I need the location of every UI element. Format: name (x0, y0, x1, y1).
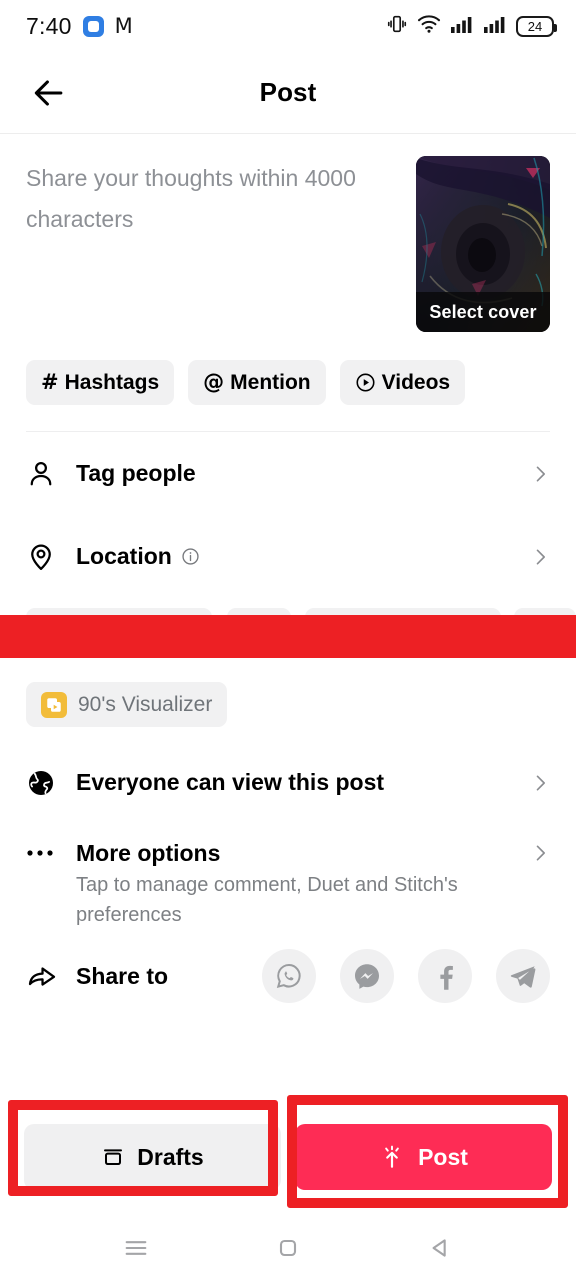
phone-screen: 7:40 M 24 Post Share your thoughts withi… (0, 0, 576, 1280)
page-header: Post (0, 52, 576, 134)
row-more-options[interactable]: More options (0, 824, 576, 882)
status-bar-left: 7:40 M (26, 13, 133, 40)
back-triangle-icon[interactable] (426, 1234, 454, 1262)
chevron-right-icon (526, 773, 550, 793)
row-visibility-label: Everyone can view this post (76, 769, 385, 795)
whatsapp-icon[interactable] (262, 949, 316, 1003)
chip-mention[interactable]: @ Mention (188, 360, 326, 405)
back-button[interactable] (14, 74, 84, 112)
chevron-right-icon (526, 464, 550, 484)
drafts-button-label: Drafts (137, 1143, 204, 1170)
hashtag-icon: # (41, 370, 59, 394)
chip-hashtags-label: Hashtags (64, 370, 160, 394)
chevron-right-icon (526, 843, 550, 863)
upload-sparkle-icon (379, 1144, 405, 1170)
row-tag-people-label: Tag people (76, 460, 196, 486)
select-cover-button[interactable]: Select cover (416, 156, 550, 332)
compose-area: Share your thoughts within 4000 characte… (0, 134, 576, 332)
gmail-icon: M (114, 13, 133, 38)
page-title: Post (259, 77, 317, 107)
row-tag-people[interactable]: Tag people (0, 432, 576, 515)
location-pin-icon (26, 542, 76, 572)
mention-icon: @ (203, 370, 225, 394)
wifi-icon (417, 14, 441, 39)
post-button[interactable]: Post (295, 1124, 552, 1190)
status-time: 7:40 (26, 12, 72, 39)
share-arrow-icon (26, 960, 76, 992)
drafts-button[interactable]: Drafts (24, 1124, 281, 1190)
bottom-action-bar: Drafts Post (0, 1098, 576, 1216)
compose-chip-row: # Hashtags @ Mention Videos (0, 332, 576, 405)
system-nav-bar (0, 1216, 576, 1280)
battery-icon: 24 (516, 15, 557, 37)
row-location[interactable]: Location (0, 515, 576, 598)
messenger-icon[interactable] (340, 949, 394, 1003)
chevron-right-icon (526, 547, 550, 567)
redaction-bar (0, 615, 576, 658)
signal-1-icon (450, 14, 474, 39)
share-targets (262, 949, 550, 1003)
select-cover-label: Select cover (416, 292, 550, 332)
person-icon (26, 459, 76, 489)
app-square-icon (82, 15, 104, 37)
ellipsis-icon (26, 847, 76, 859)
telegram-icon[interactable] (496, 949, 550, 1003)
row-share-to-label: Share to (76, 962, 169, 989)
info-icon[interactable] (181, 547, 200, 566)
row-visibility[interactable]: Everyone can view this post (0, 741, 576, 824)
caption-input[interactable]: Share your thoughts within 4000 characte… (26, 156, 416, 332)
row-location-label: Location (76, 543, 172, 569)
effect-chip-label: 90's Visualizer (78, 692, 213, 716)
chip-videos-label: Videos (381, 370, 451, 394)
row-more-options-label: More options (76, 839, 221, 866)
home-square-icon[interactable] (274, 1234, 302, 1262)
globe-icon (26, 768, 76, 798)
post-button-label: Post (418, 1143, 468, 1170)
chip-videos[interactable]: Videos (339, 360, 466, 405)
status-bar-right: 24 (386, 13, 557, 40)
facebook-icon[interactable] (418, 949, 472, 1003)
chip-hashtags[interactable]: # Hashtags (26, 360, 175, 405)
signal-2-icon (483, 14, 507, 39)
row-share-to: Share to (0, 930, 576, 1022)
effect-card-icon (41, 691, 67, 718)
battery-level: 24 (527, 18, 543, 34)
vibrate-icon (386, 13, 408, 40)
effect-chip-row: 90's Visualizer (0, 660, 576, 727)
drafts-box-icon (101, 1145, 125, 1169)
menu-lines-icon[interactable] (122, 1234, 150, 1262)
status-bar: 7:40 M 24 (0, 0, 576, 52)
effect-chip-90s-visualizer[interactable]: 90's Visualizer (26, 682, 228, 727)
play-circle-icon (355, 372, 376, 393)
arrow-left-icon (34, 79, 63, 106)
chip-mention-label: Mention (230, 370, 311, 394)
